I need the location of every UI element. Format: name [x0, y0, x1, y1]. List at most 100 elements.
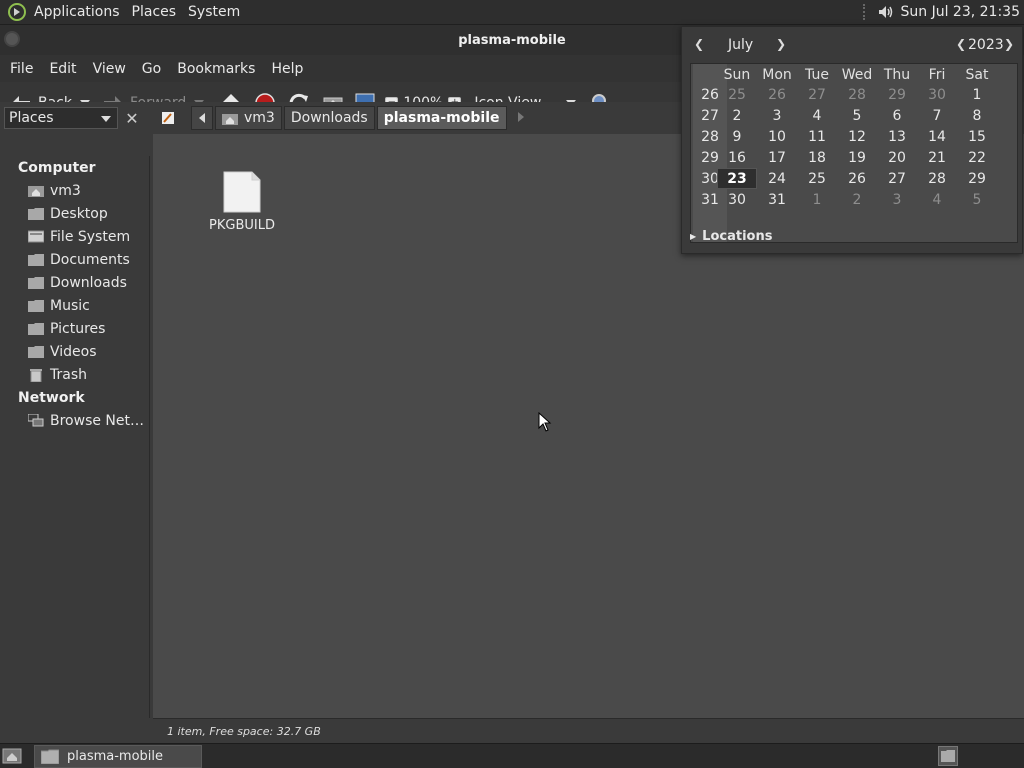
calendar-day[interactable]: 26	[837, 168, 877, 189]
locations-label: Locations	[702, 229, 773, 244]
calendar-day[interactable]: 18	[797, 147, 837, 168]
taskbar-window-label: plasma-mobile	[67, 748, 164, 764]
calendar-day[interactable]: 28	[917, 168, 957, 189]
calendar-day[interactable]: 14	[917, 126, 957, 147]
calendar-day[interactable]: 21	[917, 147, 957, 168]
calendar-day[interactable]: 29	[877, 84, 917, 105]
network-icon	[28, 413, 44, 428]
calendar-day[interactable]: 9	[717, 126, 757, 147]
sidebar-item-trash[interactable]: Trash	[0, 363, 149, 386]
calendar-day[interactable]: 15	[957, 126, 997, 147]
menu-bookmarks[interactable]: Bookmarks	[169, 61, 263, 77]
show-desktop-icon[interactable]	[2, 747, 22, 765]
sidebar-item-music[interactable]: Music	[0, 294, 149, 317]
chevron-left-icon	[199, 113, 205, 123]
calendar-day[interactable]: 1	[957, 84, 997, 105]
system-menu[interactable]: System	[182, 4, 246, 20]
prev-month-icon[interactable]: ❮	[694, 37, 704, 51]
file-item[interactable]: PKGBUILD	[209, 170, 275, 233]
calendar-day[interactable]: 3	[877, 189, 917, 210]
breadcrumb-plasma-mobile[interactable]: plasma-mobile	[376, 106, 507, 130]
applications-menu[interactable]: Applications	[28, 4, 126, 20]
breadcrumb: vm3 Downloads plasma-mobile	[157, 106, 525, 130]
prev-year-icon[interactable]: ❮	[956, 37, 966, 51]
places-menu[interactable]: Places	[126, 4, 183, 20]
next-month-icon[interactable]: ❯	[776, 37, 786, 51]
calendar-day[interactable]: 25	[717, 84, 757, 105]
sidebar-item-documents[interactable]: Documents	[0, 248, 149, 271]
sidebar-item-file-system[interactable]: File System	[0, 225, 149, 248]
calendar-day[interactable]: 2	[837, 189, 877, 210]
close-sidebar-icon[interactable]: ✕	[122, 107, 142, 129]
locations-expander[interactable]: ▶ Locations	[690, 229, 772, 244]
sidebar-item-label: Music	[50, 297, 90, 314]
menu-help[interactable]: Help	[263, 61, 311, 77]
window-menu-icon[interactable]	[4, 31, 20, 47]
sidebar-item-label: vm3	[50, 182, 81, 199]
calendar-day[interactable]: 13	[877, 126, 917, 147]
calendar-grid: Sun Mon Tue Wed Thu Fri Sat 26 25 26 27 28 29 30 1 27 2 3…	[690, 63, 1018, 243]
calendar-day[interactable]: 2	[717, 105, 757, 126]
calendar-day[interactable]: 29	[957, 168, 997, 189]
weekday-header: Wed	[841, 66, 873, 83]
sidebar-item-label: File System	[50, 228, 131, 245]
calendar-day[interactable]: 27	[877, 168, 917, 189]
menu-view[interactable]: View	[85, 61, 134, 77]
edit-location-button[interactable]	[157, 106, 179, 130]
sidebar-item-vm3[interactable]: vm3	[0, 179, 149, 202]
calendar-day[interactable]: 27	[797, 84, 837, 105]
menu-file[interactable]: File	[2, 61, 41, 77]
menu-go[interactable]: Go	[134, 61, 169, 77]
sidebar-item-label: Downloads	[50, 274, 127, 291]
calendar-day[interactable]: 12	[837, 126, 877, 147]
calendar-day[interactable]: 16	[717, 147, 757, 168]
calendar-day[interactable]: 17	[757, 147, 797, 168]
calendar-day[interactable]: 10	[757, 126, 797, 147]
sidebar-item-desktop[interactable]: Desktop	[0, 202, 149, 225]
volume-icon[interactable]	[877, 3, 895, 21]
sidebar-item-browse-network[interactable]: Browse Net…	[0, 409, 149, 432]
clock[interactable]: Sun Jul 23, 21:35	[901, 4, 1021, 20]
menu-edit[interactable]: Edit	[41, 61, 84, 77]
calendar-day[interactable]: 8	[957, 105, 997, 126]
calendar-day[interactable]: 11	[797, 126, 837, 147]
sidebar-heading-network: Network	[18, 389, 85, 406]
calendar-day[interactable]: 6	[877, 105, 917, 126]
calendar-day[interactable]: 30	[917, 84, 957, 105]
chevron-right-icon[interactable]	[517, 111, 525, 126]
home-folder-icon	[28, 184, 44, 198]
workspace-switcher-icon[interactable]	[938, 746, 958, 766]
sidebar-item-downloads[interactable]: Downloads	[0, 271, 149, 294]
sidebar-pane-select[interactable]: Places	[4, 107, 118, 129]
calendar-day[interactable]: 24	[757, 168, 797, 189]
calendar-day[interactable]: 31	[757, 189, 797, 210]
distro-logo-icon[interactable]	[6, 1, 28, 23]
calendar-day[interactable]: 25	[797, 168, 837, 189]
calendar-day[interactable]: 5	[957, 189, 997, 210]
breadcrumb-back-button[interactable]	[191, 106, 213, 130]
calendar-day[interactable]: 3	[757, 105, 797, 126]
next-year-icon[interactable]: ❯	[1004, 37, 1014, 51]
calendar-day[interactable]: 30	[717, 189, 757, 210]
sidebar-item-pictures[interactable]: Pictures	[0, 317, 149, 340]
weekday-header: Sun	[723, 66, 751, 83]
sidebar-pane-label: Places	[9, 110, 54, 126]
calendar-day[interactable]: 5	[837, 105, 877, 126]
calendar-day[interactable]: 1	[797, 189, 837, 210]
calendar-day[interactable]: 26	[757, 84, 797, 105]
breadcrumb-downloads[interactable]: Downloads	[283, 106, 375, 130]
breadcrumb-vm3-label: vm3	[244, 110, 275, 126]
sidebar-item-videos[interactable]: Videos	[0, 340, 149, 363]
breadcrumb-vm3[interactable]: vm3	[215, 106, 282, 130]
calendar-day[interactable]: 4	[797, 105, 837, 126]
calendar-day[interactable]: 20	[877, 147, 917, 168]
weekday-header: Fri	[928, 66, 946, 83]
calendar-day-today[interactable]: 23	[717, 168, 757, 189]
calendar-day[interactable]: 22	[957, 147, 997, 168]
calendar-day[interactable]: 28	[837, 84, 877, 105]
calendar-day[interactable]: 19	[837, 147, 877, 168]
calendar-month: July	[728, 37, 754, 53]
calendar-day[interactable]: 4	[917, 189, 957, 210]
taskbar-window-plasma-mobile[interactable]: plasma-mobile	[34, 744, 202, 768]
calendar-day[interactable]: 7	[917, 105, 957, 126]
